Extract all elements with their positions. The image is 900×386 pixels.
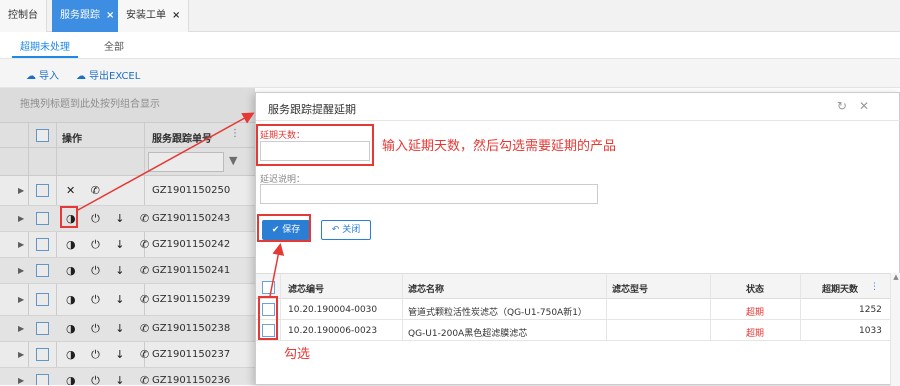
close-icon[interactable]: × <box>106 10 114 21</box>
filter-table-header: 滤芯编号 滤芯名称 滤芯型号 状态 超期天数 ⋮ <box>256 273 890 299</box>
dialog-header-icons: ↻✕ <box>837 99 881 113</box>
subtab-all[interactable]: 全部 <box>104 38 124 53</box>
filter-name: 管道式颗粒活性炭滤芯（QG-U1-750A新1） <box>408 308 587 318</box>
dialog-header: 服务跟踪提醒延期 ↻✕ <box>256 93 900 121</box>
cloud-upload-icon: ☁ <box>26 71 36 82</box>
subtab-overdue[interactable]: 超期未处理 <box>20 38 70 53</box>
filter-name: QG-U1-200A黑色超滤膜滤芯 <box>408 329 528 339</box>
tab-service-tracking[interactable]: 服务跟踪 × <box>52 0 124 32</box>
top-tab-bar: 控制台 服务跟踪 × 安装工单 × <box>0 0 900 32</box>
status-badge: 超期 <box>746 308 765 318</box>
column-header[interactable]: 状态 <box>746 282 764 295</box>
tab-label: 安装工单 <box>126 10 166 21</box>
close-label: 关闭 <box>342 225 361 235</box>
tab-console[interactable]: 控制台 <box>0 0 47 32</box>
sub-tab-bar: 超期未处理 全部 <box>0 32 900 58</box>
undo-icon: ↶ <box>331 225 343 235</box>
overdue-days: 1033 <box>859 326 882 336</box>
column-header[interactable]: 滤芯名称 <box>408 282 444 295</box>
refresh-icon[interactable]: ↻ <box>837 99 859 113</box>
toolbar: ☁ 导入 ☁ 导出EXCEL <box>0 58 900 88</box>
status-badge: 超期 <box>746 329 765 339</box>
delay-note-input[interactable] <box>260 184 598 204</box>
select-all-checkbox[interactable] <box>262 281 275 294</box>
import-label: 导入 <box>39 71 59 82</box>
modal-backdrop <box>0 88 255 385</box>
cloud-upload-icon: ☁ <box>76 71 86 82</box>
close-button[interactable]: ↶ 关闭 <box>321 220 371 240</box>
close-icon[interactable]: × <box>172 10 180 21</box>
annotation-highlight <box>257 214 311 242</box>
scrollbar[interactable]: ▲ <box>890 273 900 386</box>
tab-install-order[interactable]: 安装工单 × <box>118 0 190 32</box>
scroll-up-icon[interactable]: ▲ <box>893 273 898 281</box>
table-row[interactable]: 10.20.190006-0023 QG-U1-200A黑色超滤膜滤芯 超期 1… <box>256 320 890 341</box>
annotation-check: 勾选 <box>284 347 311 362</box>
column-menu-icon[interactable]: ⋮ <box>870 282 879 292</box>
filter-table: 滤芯编号 滤芯名称 滤芯型号 状态 超期天数 ⋮ 10.20.190004-00… <box>256 273 900 386</box>
annotation-highlight <box>258 296 278 340</box>
annotation-instruction: 输入延期天数，然后勾选需要延期的产品 <box>382 139 617 154</box>
column-header[interactable]: 超期天数 <box>822 282 858 295</box>
tab-label: 服务跟踪 <box>60 10 100 21</box>
import-button[interactable]: ☁ 导入 <box>26 67 59 82</box>
filter-code: 10.20.190004-0030 <box>288 305 378 315</box>
column-header[interactable]: 滤芯型号 <box>612 282 648 295</box>
column-header[interactable]: 滤芯编号 <box>288 282 324 295</box>
filter-code: 10.20.190006-0023 <box>288 326 378 336</box>
close-icon[interactable]: ✕ <box>859 99 881 113</box>
table-row[interactable]: 10.20.190004-0030 管道式颗粒活性炭滤芯（QG-U1-750A新… <box>256 299 890 320</box>
annotation-highlight <box>256 124 374 166</box>
overdue-days: 1252 <box>859 305 882 315</box>
annotation-highlight <box>60 206 78 228</box>
tab-label: 控制台 <box>8 10 38 21</box>
export-label: 导出EXCEL <box>89 71 141 82</box>
dialog-title: 服务跟踪提醒延期 <box>268 103 356 116</box>
export-excel-button[interactable]: ☁ 导出EXCEL <box>76 67 140 82</box>
